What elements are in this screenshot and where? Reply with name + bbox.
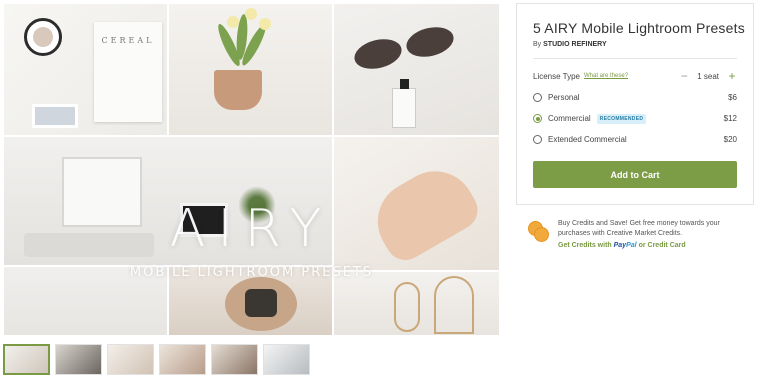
flower-shape [245, 8, 257, 20]
perfume-bottle-shape [392, 79, 416, 128]
license-option-personal[interactable]: Personal $6 [533, 87, 737, 108]
bowl-shape [225, 277, 297, 331]
thumbnail-strip [3, 344, 310, 376]
seller-line: By STUDIO REFINERY [533, 41, 737, 48]
license-option-commercial[interactable]: Commercial RECOMMENDED $12 [533, 108, 737, 129]
credits-text-block: Buy Credits and Save! Get free money tow… [558, 219, 754, 251]
product-title: 5 AIRY Mobile Lightroom Presets [533, 20, 745, 36]
paypal-logo-pal: Pal [626, 242, 637, 249]
license-option-label: Commercial [548, 114, 591, 123]
coin-shape [534, 227, 549, 242]
plant-pot-shape [214, 70, 262, 110]
seat-stepper: − 1 seat + [679, 70, 737, 82]
sunglasses-lens-shape [403, 22, 457, 62]
sunglasses-lens-shape [351, 34, 405, 74]
license-type-label: License Type [533, 71, 580, 81]
radio-button-selected[interactable] [533, 114, 542, 123]
thumbnail-2[interactable] [55, 344, 102, 375]
radio-button[interactable] [533, 93, 542, 102]
magazine-shape: CEREAL [94, 22, 162, 122]
coins-icon [528, 219, 552, 243]
photo-card-shape [32, 104, 78, 128]
divider [533, 58, 737, 59]
preview-overlay-title: AIRY [169, 199, 334, 259]
license-options: Personal $6 Commercial RECOMMENDED $12 E… [533, 87, 737, 150]
gallery-photo-sunglasses [333, 3, 500, 136]
what-are-these-link[interactable]: What are these? [584, 73, 628, 79]
preview-overlay-subtitle: MOBILE LIGHTROOM PRESETS [129, 265, 374, 280]
get-credits-suffix: or Credit Card [638, 242, 686, 249]
license-option-extended-commercial[interactable]: Extended Commercial $20 [533, 129, 737, 150]
radio-button[interactable] [533, 135, 542, 144]
product-gallery[interactable]: CEREAL AIRY MOBILE LIGHTROOM PRESETS [3, 3, 500, 336]
gallery-photo-jewelry [333, 271, 500, 336]
get-credits-prefix: Get Credits with [558, 242, 612, 249]
jewelry-stand-shape [434, 276, 474, 334]
thumbnail-6[interactable] [263, 344, 310, 375]
seller-link[interactable]: STUDIO REFINERY [543, 41, 607, 48]
license-option-label: Extended Commercial [548, 135, 627, 144]
purchase-panel: 5 AIRY Mobile Lightroom Presets By STUDI… [516, 3, 754, 205]
thumbnail-1[interactable] [3, 344, 50, 375]
decrease-seat-button[interactable]: − [679, 70, 689, 82]
flower-shape [259, 18, 271, 30]
license-price: $6 [728, 93, 737, 102]
by-prefix: By [533, 41, 542, 48]
flower-shape [227, 16, 239, 28]
get-credits-link[interactable]: Get Credits with PayPal or Credit Card [558, 241, 754, 251]
license-price: $12 [723, 114, 737, 123]
thumbnail-3[interactable] [107, 344, 154, 375]
paypal-logo: PayPal [614, 242, 637, 249]
license-type-row: License Type What are these? − 1 seat + [533, 69, 737, 83]
thumbnail-4[interactable] [159, 344, 206, 375]
credits-promo: Buy Credits and Save! Get free money tow… [528, 219, 754, 251]
credits-description: Buy Credits and Save! Get free money tow… [558, 220, 720, 237]
gallery-photo-coffee-desk: CEREAL [3, 3, 168, 136]
seat-count: 1 seat [697, 71, 719, 81]
license-price: $20 [723, 135, 737, 144]
coffee-cup-shape [24, 18, 62, 56]
paypal-logo-pay: Pay [613, 242, 627, 249]
license-option-label: Personal [548, 93, 580, 102]
increase-seat-button[interactable]: + [727, 70, 737, 82]
gallery-photo-plant [168, 3, 333, 136]
magazine-title: CEREAL [101, 36, 155, 45]
thumbnail-5[interactable] [211, 344, 258, 375]
add-to-cart-button[interactable]: Add to Cart [533, 161, 737, 188]
recommended-badge: RECOMMENDED [596, 113, 647, 124]
mirror-shape [394, 282, 420, 332]
